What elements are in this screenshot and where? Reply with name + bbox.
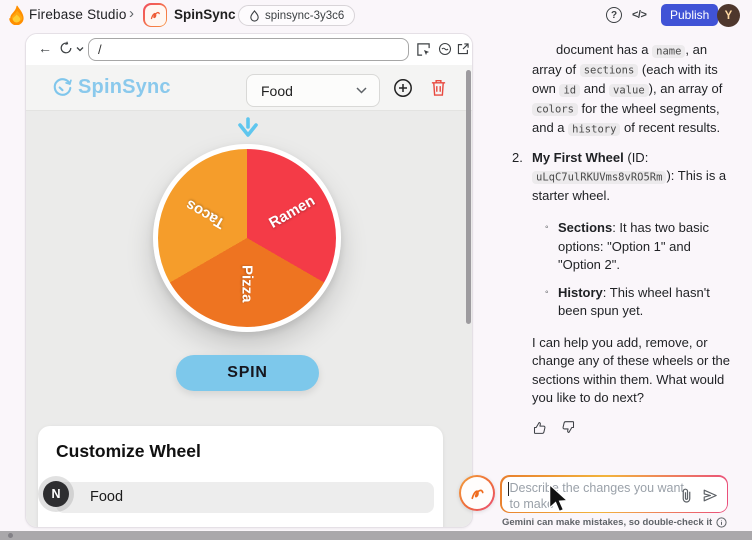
thumbs-up-icon[interactable] xyxy=(532,420,547,435)
refresh-options-chevron-icon[interactable] xyxy=(76,46,84,52)
workspace-badge-label: spinsync-3y3c6 xyxy=(265,10,344,22)
spinsync-app-preview: SpinSync Food xyxy=(26,65,472,527)
app-title: SpinSync xyxy=(78,76,171,99)
chat-closing-paragraph: I can help you add, remove, or change an… xyxy=(532,334,732,408)
inspect-icon[interactable] xyxy=(416,42,431,57)
chevron-down-icon xyxy=(356,87,367,94)
spinsync-logo-icon xyxy=(52,77,73,98)
workspace-badge[interactable]: spinsync-3y3c6 xyxy=(238,5,355,26)
link-icon[interactable] xyxy=(438,42,452,56)
bottom-bar-dot xyxy=(8,533,13,538)
url-input[interactable]: / xyxy=(88,38,409,61)
spinner-wheel[interactable] xyxy=(153,144,341,332)
gemini-chat-message: document has a name, an array of section… xyxy=(532,41,732,435)
refresh-button[interactable] xyxy=(59,41,73,55)
firebase-logo-icon xyxy=(8,5,25,25)
preview-browser-toolbar: ← / xyxy=(26,34,472,65)
bullet-marker: ◦ xyxy=(545,284,549,303)
send-icon[interactable] xyxy=(702,488,718,503)
help-button[interactable]: ? xyxy=(606,7,622,23)
wheel-select-dropdown[interactable]: Food xyxy=(246,74,380,107)
add-wheel-button[interactable] xyxy=(393,78,413,98)
wheel-segment-label: Pizza xyxy=(239,265,256,303)
open-in-new-icon[interactable] xyxy=(456,42,470,56)
gemini-scribble-icon xyxy=(468,484,487,503)
gemini-disclaimer: Gemini can make mistakes, so double-chec… xyxy=(502,517,727,528)
spinsync-app-icon xyxy=(143,3,167,27)
spin-button[interactable]: SPIN xyxy=(176,355,319,391)
chat-sub-list: ◦ Sections: It has two basic options: "O… xyxy=(558,219,732,321)
customize-wheel-card: Customize Wheel Food N xyxy=(38,426,443,527)
code-view-button[interactable]: </> xyxy=(632,9,646,21)
app-preview-panel: ← / xyxy=(25,33,473,528)
back-button[interactable]: ← xyxy=(38,40,52,56)
list-marker: 2. xyxy=(512,149,523,168)
chat-list-item: 2. My First Wheel (ID: uLqC7ulRKUVms8vRO… xyxy=(532,149,732,206)
customize-heading: Customize Wheel xyxy=(56,441,201,462)
top-bar: Firebase Studio › SpinSync spinsync-3y3c… xyxy=(0,0,752,30)
info-icon[interactable] xyxy=(716,517,727,528)
chat-input[interactable]: Describe the changes you want to make xyxy=(502,477,727,512)
app-header: SpinSync Food xyxy=(26,65,472,111)
bullet-marker: ◦ xyxy=(545,219,549,238)
breadcrumb-brand[interactable]: Firebase Studio xyxy=(29,7,127,22)
workspace-icon xyxy=(249,10,260,22)
section-name-input[interactable]: Food xyxy=(56,482,434,513)
attach-file-icon[interactable] xyxy=(680,488,693,503)
delete-wheel-button[interactable] xyxy=(430,78,447,97)
key-press-badge: N xyxy=(43,481,69,507)
preview-scrollbar[interactable] xyxy=(466,70,471,324)
user-avatar[interactable]: Y xyxy=(717,4,740,27)
chat-input-placeholder: Describe the changes you want to make xyxy=(510,480,688,513)
wheel-pointer-icon xyxy=(236,117,260,139)
gemini-agent-button[interactable] xyxy=(459,475,495,511)
chat-input-border: Describe the changes you want to make xyxy=(500,475,728,513)
firebase-studio-window: Firebase Studio › SpinSync spinsync-3y3c… xyxy=(0,0,752,540)
feedback-row xyxy=(532,420,732,435)
chat-sub-bullet: ◦ History: This wheel hasn't been spun y… xyxy=(558,284,732,321)
bottom-bar xyxy=(0,531,752,540)
thumbs-down-icon[interactable] xyxy=(561,420,576,435)
chat-paragraph: document has a name, an array of section… xyxy=(532,41,732,139)
chat-sub-bullet: ◦ Sections: It has two basic options: "O… xyxy=(558,219,732,275)
wheel-select-value: Food xyxy=(261,83,293,99)
breadcrumb-app-name[interactable]: SpinSync xyxy=(174,7,236,22)
publish-button[interactable]: Publish xyxy=(661,4,718,26)
breadcrumb-separator: › xyxy=(129,5,134,22)
